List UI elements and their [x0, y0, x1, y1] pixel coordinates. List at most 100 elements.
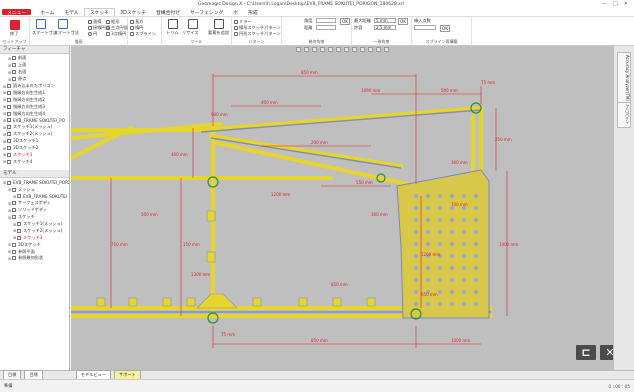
- dimension-label[interactable]: 850 mm: [311, 338, 328, 343]
- feature_panel-row[interactable]: ⊞ 指縁方向生生成4: [0, 110, 69, 117]
- feature_panel-row[interactable]: ⊞ 指縁方向生生成2: [0, 96, 69, 103]
- model_panel-row[interactable]: ⊞ スケッチ2(メッシュ): [0, 227, 69, 234]
- menu-shape[interactable]: 形成: [243, 8, 263, 16]
- ribbon-group-draw-extra: 長方 楕円 スプライン: [128, 17, 162, 46]
- model_panel-row[interactable]: ⊞ EVB_FRAME SOKUTEI: [0, 193, 69, 200]
- menu-3d-sketch[interactable]: 3Dスケッチ: [115, 8, 151, 16]
- model_panel-row[interactable]: ⊞ ソリッドボディ: [0, 207, 69, 214]
- model_panel-row[interactable]: ⊞ スケッチ1(メッシュ): [0, 221, 69, 228]
- tree-node-label: スケッチ4: [13, 158, 33, 164]
- maximize-button[interactable]: □: [613, 1, 618, 7]
- insert-points-ok-button[interactable]: OK: [440, 25, 451, 32]
- feature_panel-row[interactable]: ⊞ スケッチ4: [0, 158, 69, 165]
- plate-hole: [474, 218, 478, 222]
- feature_panel-row[interactable]: ⊞ 3Dスケッチ1: [0, 138, 69, 145]
- properties-tab[interactable]: プロパティ: [617, 102, 631, 128]
- model_panel-row[interactable]: ⊞ 参照幾何形状: [0, 255, 69, 262]
- max-distance-input[interactable]: 5 mm: [374, 18, 396, 23]
- model_panel-row[interactable]: ⊞ 参照平面: [0, 248, 69, 255]
- feature_panel-row[interactable]: ⊞ EVB_FRAME SOKUTEI_PO: [0, 117, 69, 124]
- feature_panel-row[interactable]: ⊞ 原点: [0, 76, 69, 83]
- model_panel-row[interactable]: ⊞ メッシュ: [0, 186, 69, 193]
- angle-input[interactable]: [316, 18, 336, 23]
- dimension-label[interactable]: 850 mm: [301, 70, 318, 75]
- dimension-label[interactable]: 500 mm: [141, 212, 158, 217]
- plate-hole: [414, 302, 418, 306]
- model_panel-row[interactable]: ⊞ 3Dスケッチ: [0, 241, 69, 248]
- feature_panel-row[interactable]: ⊞ 右面: [0, 69, 69, 76]
- dimension-label[interactable]: 1400 mm: [499, 242, 518, 247]
- dimension-label[interactable]: 500 mm: [441, 88, 458, 93]
- ellipse-3pt-button[interactable]: 3点楕円: [106, 31, 126, 37]
- menu-model[interactable]: モデル: [59, 8, 83, 16]
- max-distance-ok-button[interactable]: OK: [398, 18, 409, 25]
- add-entity-icon[interactable]: [214, 19, 224, 29]
- model_panel-row[interactable]: ⊞ スケッチ3: [0, 234, 69, 241]
- menu-home[interactable]: ホーム: [35, 8, 59, 16]
- smart-dimension-2-button[interactable]: スマート寸法: [54, 30, 79, 36]
- model-panel-title: モデル: [0, 170, 69, 179]
- dimension-label[interactable]: 150 mm: [183, 242, 200, 247]
- menu-surfacing[interactable]: サーフェシング: [185, 8, 228, 16]
- menu-sketch[interactable]: スケッチ: [83, 8, 116, 16]
- plate-hole: [450, 278, 454, 282]
- dimension-label[interactable]: 400 mm: [171, 152, 188, 157]
- feature_panel-row[interactable]: ⊞ スケッチ2(メッシュ): [0, 131, 69, 138]
- spline-button[interactable]: スプライン: [130, 31, 156, 37]
- accuracy-analyzer-tab[interactable]: Accuracy Analyzer(TM): [617, 52, 631, 104]
- distance-input[interactable]: [316, 25, 336, 30]
- dimension-label[interactable]: 900 mm: [211, 112, 228, 117]
- feature_panel-row[interactable]: ⊞ 3Dスケッチ2: [0, 145, 69, 152]
- model_panel-row[interactable]: ⊞ スケッチ: [0, 214, 69, 221]
- tolerance-input[interactable]: 2.5 mm: [374, 25, 396, 30]
- smart-dimension-icon[interactable]: [36, 19, 46, 29]
- model-viewport[interactable]: 850 mm 1090 mm 500 mm 75 mm 400 mm 900 mm 200 …: [71, 46, 620, 370]
- dimension-label[interactable]: 75 mm: [481, 80, 495, 85]
- dimension-label[interactable]: 650 mm: [421, 292, 438, 297]
- exit-sketch-icon[interactable]: [10, 20, 20, 30]
- dimension-label[interactable]: 850 mm: [331, 282, 348, 287]
- insert-points-input[interactable]: [414, 25, 436, 30]
- trim-icon[interactable]: [168, 19, 178, 29]
- dimension-label[interactable]: 1200 mm: [271, 192, 290, 197]
- dimension-label[interactable]: 1090 mm: [361, 88, 380, 93]
- resize-icon[interactable]: [188, 19, 198, 29]
- dimension-label[interactable]: 300 mm: [371, 212, 388, 217]
- dimension-label[interactable]: 400 mm: [261, 100, 278, 105]
- add-entity-button[interactable]: 要素を追加: [208, 30, 229, 36]
- dimension-label[interactable]: 75 mm: [221, 332, 235, 337]
- feature_panel-row[interactable]: ⊞ スケッチ1(メッシュ): [0, 124, 69, 131]
- circular-pattern-button[interactable]: 円形スケッチパターン: [234, 31, 281, 37]
- menu-main[interactable]: メニュー: [2, 9, 32, 16]
- feature_panel-row[interactable]: ⊞ 指縁方向生生成1: [0, 89, 69, 96]
- feature_panel-row[interactable]: ⊞ スケッチ3: [0, 151, 69, 158]
- feature_panel-row[interactable]: ⊞ 読み込まれたポリゴン: [0, 83, 69, 90]
- dimension-label[interactable]: 250 mm: [495, 137, 512, 142]
- model_panel-row[interactable]: ⊞ EVB_FRAME SOKUTEI_POR2: [0, 179, 69, 186]
- dimension-label[interactable]: 700 mm: [451, 202, 468, 207]
- feature_panel-row[interactable]: ⊞ 指縁方向生生成3: [0, 103, 69, 110]
- trim-button[interactable]: トリム: [166, 30, 179, 36]
- smart-dimension-2-icon[interactable]: [58, 19, 68, 29]
- dimension-label[interactable]: 200 mm: [311, 140, 328, 145]
- minimize-button[interactable]: —: [602, 1, 607, 7]
- menu-mesh[interactable]: ボ: [228, 8, 243, 16]
- plate-hole: [426, 230, 430, 234]
- exit-sketch-label[interactable]: 終了: [10, 31, 18, 37]
- dimension-label[interactable]: 1200 mm: [421, 252, 440, 257]
- dimension-label[interactable]: 750 mm: [111, 242, 128, 247]
- plate-hole: [474, 290, 478, 294]
- angle-ok-button[interactable]: OK: [340, 18, 351, 25]
- model_panel-row[interactable]: ⊞ サーフェスボディ: [0, 200, 69, 207]
- dimension-label[interactable]: 1000 mm: [451, 338, 470, 343]
- feature_panel-row[interactable]: ⊞ 前面: [0, 55, 69, 62]
- close-window-button[interactable]: ✕: [624, 1, 628, 7]
- dimension-label[interactable]: 1300 mm: [191, 272, 210, 277]
- dimension-label[interactable]: 300 mm: [451, 160, 468, 165]
- resize-button[interactable]: リサイズ: [182, 30, 199, 36]
- feature_panel-row[interactable]: ⊞ 上面: [0, 62, 69, 69]
- circle-button[interactable]: 円: [88, 31, 97, 37]
- dimension-label[interactable]: 550 mm: [356, 180, 373, 185]
- back-nav-button[interactable]: ⊏: [576, 345, 596, 360]
- menu-alignment[interactable]: 音構合付ぜ: [151, 8, 185, 16]
